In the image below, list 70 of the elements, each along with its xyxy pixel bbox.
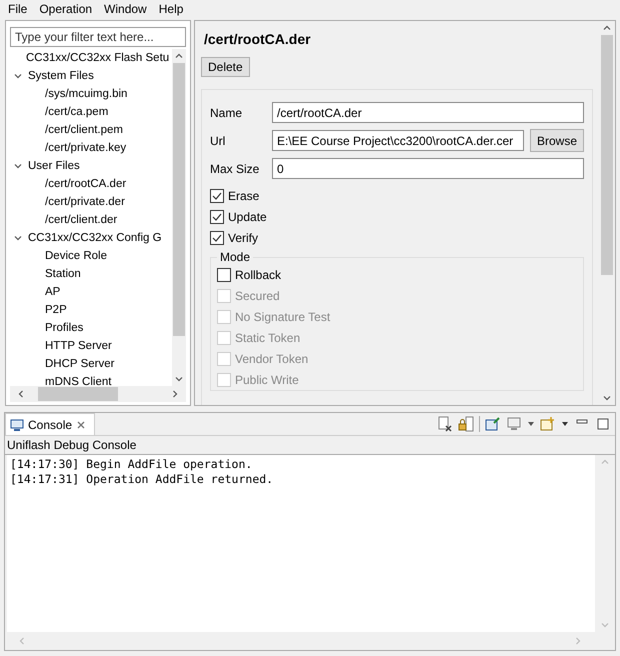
checkbox-label: Vendor Token xyxy=(235,352,308,366)
scroll-down-icon[interactable] xyxy=(174,374,184,384)
tree-item[interactable]: Station xyxy=(45,268,81,280)
horizontal-scrollbar[interactable] xyxy=(10,386,186,402)
tab-label: Console xyxy=(28,418,72,432)
scroll-lock-icon[interactable] xyxy=(458,416,474,432)
display-console-icon[interactable] xyxy=(506,416,522,432)
vertical-scrollbar[interactable] xyxy=(172,49,186,386)
tree-item[interactable]: /cert/client.der xyxy=(45,214,118,226)
checkbox-label: Update xyxy=(228,210,267,224)
tree-item[interactable]: HTTP Server xyxy=(45,340,112,352)
chevron-icon[interactable] xyxy=(13,233,23,243)
menu-item[interactable]: File xyxy=(2,2,34,16)
chevron-icon[interactable] xyxy=(13,161,23,171)
field-label: Max Size xyxy=(210,162,260,176)
tree-item[interactable]: /cert/client.pem xyxy=(45,124,123,136)
tree-item[interactable]: /cert/private.key xyxy=(45,142,126,154)
scroll-down-icon[interactable] xyxy=(602,393,612,403)
checkbox-label: Secured xyxy=(235,288,280,302)
checkbox-label: Verify xyxy=(228,230,258,244)
tree-item[interactable]: User Files xyxy=(28,160,80,172)
input-field[interactable]: E:\EE Course Project\cc3200\rootCA.der.cer xyxy=(272,130,524,151)
console-tab[interactable]: Console xyxy=(5,413,96,435)
pin-icon[interactable] xyxy=(485,416,501,432)
checkbox-label: Static Token xyxy=(235,330,300,344)
checkbox[interactable] xyxy=(210,230,224,244)
chevron-icon[interactable] xyxy=(13,71,23,81)
new-console-icon[interactable] xyxy=(540,416,556,432)
checkbox[interactable] xyxy=(210,210,224,224)
tree-item[interactable]: /cert/ca.pem xyxy=(45,106,108,118)
scroll-left-icon[interactable] xyxy=(16,389,26,399)
checkbox-label: Public Write xyxy=(235,372,299,386)
tree-item[interactable]: mDNS Client xyxy=(45,376,112,386)
checkbox-label: Erase xyxy=(228,188,260,202)
tree-item[interactable]: Profiles xyxy=(45,322,84,334)
checkbox-label: No Signature Test xyxy=(235,310,330,324)
tree-item[interactable]: DHCP Server xyxy=(45,358,114,370)
tree-item[interactable]: /sys/mcuimg.bin xyxy=(45,88,128,100)
tree-item[interactable]: Device Role xyxy=(45,250,107,262)
checkbox[interactable] xyxy=(217,268,231,282)
input-field[interactable]: 0 xyxy=(272,158,584,179)
file-title: /cert/rootCA.der xyxy=(204,31,312,47)
tree-item[interactable]: CC31xx/CC32xx Config G xyxy=(28,232,162,244)
field-label: Url xyxy=(210,134,226,148)
delete-button[interactable]: Delete xyxy=(201,57,250,77)
menu-item[interactable]: Help xyxy=(152,2,190,16)
console-line: [14:17:31] Operation AddFile returned. xyxy=(10,472,274,487)
maximize-icon[interactable] xyxy=(595,416,611,432)
scroll-right-icon[interactable] xyxy=(170,389,180,399)
clear-console-icon[interactable] xyxy=(437,416,453,432)
input-field[interactable]: /cert/rootCA.der xyxy=(272,102,584,123)
browse-button[interactable]: Browse xyxy=(530,129,584,152)
field-label: Name xyxy=(210,106,244,120)
checkbox-label: Rollback xyxy=(235,268,282,282)
checkbox[interactable] xyxy=(210,188,224,202)
caret-icon[interactable] xyxy=(561,420,569,428)
tree-item[interactable]: /cert/rootCA.der xyxy=(45,178,126,190)
tree-item[interactable]: /cert/private.der xyxy=(45,196,125,208)
group-label: Mode xyxy=(219,250,252,264)
tree-item[interactable]: AP xyxy=(45,286,60,298)
menu-item[interactable]: Window xyxy=(98,2,153,16)
monitor-icon xyxy=(10,418,24,432)
tree-item[interactable]: CC31xx/CC32xx Flash Setu xyxy=(26,52,170,64)
close-icon[interactable] xyxy=(76,420,86,430)
tree-item[interactable]: P2P xyxy=(45,304,67,316)
filter-field[interactable]: Type your filter text here... xyxy=(10,27,186,47)
console-line: [14:17:30] Begin AddFile operation. xyxy=(10,457,254,472)
caret-icon[interactable] xyxy=(527,420,535,428)
tree-item[interactable]: System Files xyxy=(28,70,94,82)
menu-item[interactable]: Operation xyxy=(33,2,98,16)
